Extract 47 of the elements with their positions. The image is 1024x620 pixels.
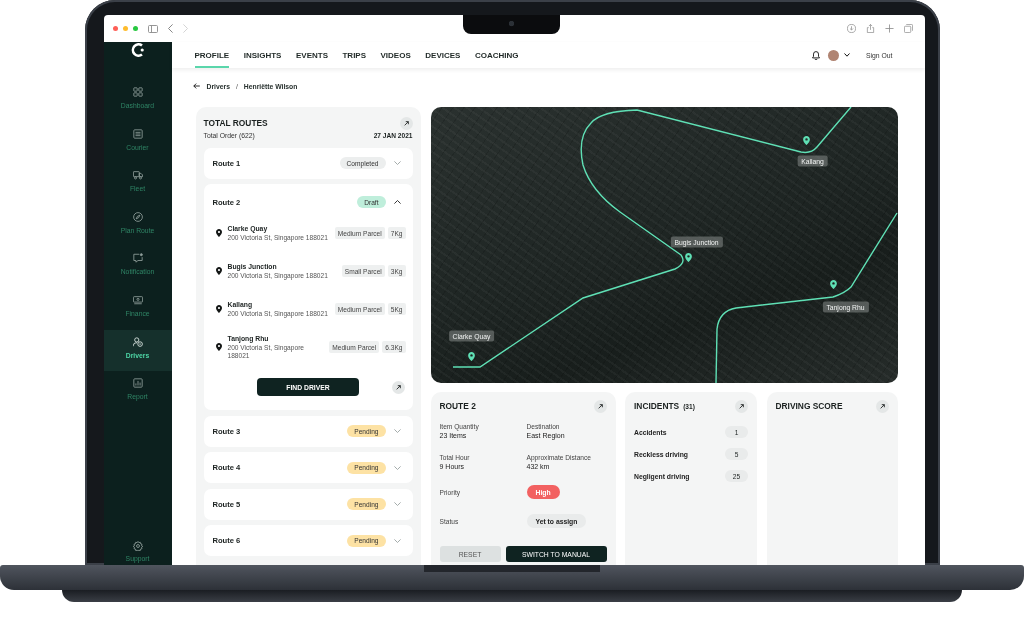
list-icon	[132, 128, 143, 139]
nav-tab[interactable]: INSIGHTS	[243, 42, 282, 68]
sidebar-toggle-icon[interactable]	[147, 24, 158, 33]
card-title: ROUTE 2	[439, 401, 476, 411]
nav-tab[interactable]: COACHING	[474, 42, 519, 68]
bell-icon[interactable]	[812, 50, 821, 60]
nav-tab[interactable]: EVENTS	[295, 42, 328, 68]
map-pin-icon	[215, 229, 222, 237]
arrow-up-right-icon[interactable]	[875, 399, 889, 413]
nav-tab[interactable]: VIDEOS	[380, 42, 411, 68]
arrow-up-right-icon[interactable]	[593, 399, 607, 413]
tabs-icon[interactable]	[903, 24, 913, 33]
arrow-up-right-icon[interactable]	[391, 380, 405, 394]
gear-icon	[132, 540, 143, 551]
map-pin-icon[interactable]	[468, 352, 475, 361]
map-pin-icon	[215, 267, 222, 275]
card-title: DRIVING SCORE	[775, 401, 843, 411]
grid-icon	[132, 87, 143, 97]
share-icon[interactable]	[865, 24, 875, 33]
arrow-up-right-icon[interactable]	[399, 116, 413, 130]
arrow-left-icon[interactable]	[192, 83, 200, 89]
window-maximize-icon[interactable]	[132, 26, 138, 31]
logo-icon[interactable]	[130, 43, 145, 57]
map-pin-icon[interactable]	[830, 280, 837, 289]
bar-chart-icon	[132, 378, 143, 389]
chevron-left-icon[interactable]	[167, 24, 173, 33]
download-icon[interactable]	[846, 24, 856, 33]
users-icon	[132, 336, 143, 347]
compass-icon	[132, 211, 143, 222]
message-icon	[132, 253, 143, 264]
window-close-icon[interactable]	[112, 26, 118, 31]
nav-tab[interactable]: PROFILE	[194, 42, 230, 68]
nav-tab[interactable]: TRIPS	[342, 42, 367, 68]
plus-icon[interactable]	[884, 24, 894, 33]
avatar[interactable]	[828, 49, 840, 61]
map-pin-icon[interactable]	[685, 253, 692, 262]
chevron-down-icon[interactable]	[844, 53, 851, 57]
nav-tab[interactable]: DEVICES	[425, 42, 461, 68]
map-pin-icon	[215, 343, 222, 351]
panel-title: TOTAL ROUTES	[203, 118, 268, 128]
truck-icon	[132, 170, 143, 181]
chevron-up-icon[interactable]	[393, 200, 401, 204]
map-pin-icon[interactable]	[803, 136, 810, 145]
banknote-icon	[132, 294, 143, 305]
arrow-up-right-icon[interactable]	[735, 399, 748, 413]
card-title: INCIDENTS	[634, 401, 680, 411]
map-pin-icon	[215, 305, 222, 313]
